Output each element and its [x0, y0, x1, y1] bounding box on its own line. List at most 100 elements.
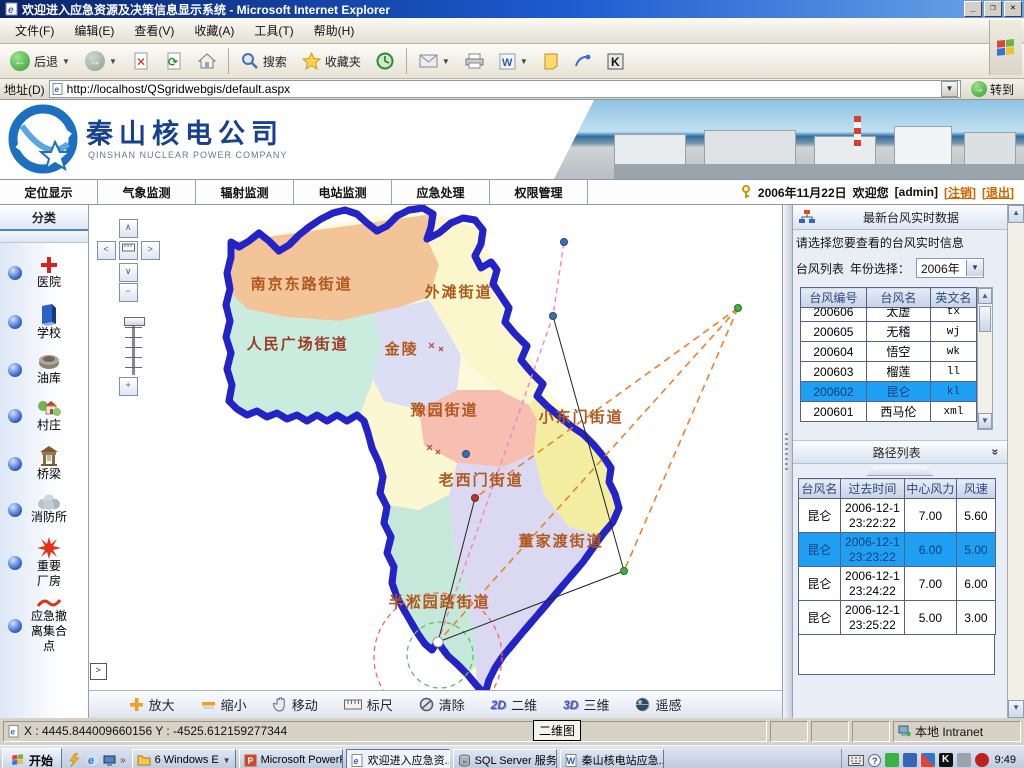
- tab-positioning[interactable]: 定位显示: [0, 180, 98, 205]
- minimize-button[interactable]: _: [964, 1, 982, 17]
- full-extent-button[interactable]: [119, 241, 138, 260]
- stop-button[interactable]: ✕: [126, 49, 156, 73]
- scroll-thumb[interactable]: [979, 306, 991, 332]
- menu-help[interactable]: 帮助(H): [305, 19, 364, 42]
- typhoon-row[interactable]: 200601西马伦xml: [800, 402, 976, 422]
- page-scroll-up-icon[interactable]: ▲: [1008, 205, 1024, 223]
- menu-view[interactable]: 查看(V): [125, 19, 183, 42]
- taskbar-window-ie-active[interactable]: e 欢迎进入应急资...: [346, 749, 450, 768]
- go-button[interactable]: → 转到: [965, 81, 1020, 98]
- expand-corner-button[interactable]: >: [90, 663, 107, 680]
- year-dropdown-icon[interactable]: ▼: [966, 260, 983, 276]
- tray-icon-6[interactable]: [975, 753, 989, 767]
- taskbar-window-word[interactable]: W 秦山核电站应急...: [560, 749, 664, 768]
- menu-file[interactable]: 文件(F): [6, 19, 63, 42]
- zoom-in-tool[interactable]: 放大: [129, 695, 175, 714]
- typhoon-row[interactable]: 200604悟空wk: [800, 342, 976, 362]
- media-button[interactable]: K: [601, 50, 630, 73]
- ie-quick-icon[interactable]: e: [85, 753, 99, 767]
- sidebar-item-oil-depot[interactable]: 油库: [0, 347, 88, 392]
- pan-down-button[interactable]: ∨: [119, 263, 138, 282]
- taskbar-window-sql-server[interactable]: SQL Server 服务...: [453, 749, 557, 768]
- forward-button[interactable]: →▼: [79, 48, 123, 74]
- tab-permissions[interactable]: 权限管理: [490, 180, 588, 205]
- sidebar-item-fire-station[interactable]: 消防所: [0, 488, 88, 531]
- taskbar-window-explorer-group[interactable]: 6 Windows Expl... ▼: [132, 749, 236, 768]
- home-button[interactable]: [192, 49, 222, 73]
- mail-button[interactable]: ▼: [413, 51, 456, 71]
- sidebar-item-assembly-point[interactable]: 应急撤离集合点: [0, 595, 88, 660]
- zoom-out-tool[interactable]: 缩小: [201, 695, 247, 714]
- path-row[interactable]: 昆仑2006-12-1 23:22:227.005.60: [798, 499, 995, 533]
- tab-emergency[interactable]: 应急处理: [392, 180, 490, 205]
- pan-left-button[interactable]: <: [97, 241, 116, 260]
- typhoon-row[interactable]: 200603榴莲ll: [800, 362, 976, 382]
- lightning-icon[interactable]: [68, 753, 81, 767]
- favorites-button[interactable]: 收藏夹: [296, 49, 367, 73]
- map-canvas[interactable]: [89, 205, 785, 690]
- pan-right-button[interactable]: >: [141, 241, 160, 260]
- menu-edit[interactable]: 编辑(E): [65, 19, 123, 42]
- page-scroll-down-icon[interactable]: ▼: [1008, 700, 1024, 718]
- tab-plant[interactable]: 电站监测: [294, 180, 392, 205]
- zoom-slider-handle[interactable]: [124, 317, 145, 326]
- sidebar-item-village[interactable]: 村庄: [0, 392, 88, 439]
- sidebar-item-hospital[interactable]: 医院: [0, 249, 88, 296]
- collapse-grip-handle[interactable]: [867, 466, 933, 476]
- tray-icon-4[interactable]: K: [939, 753, 953, 767]
- refresh-button[interactable]: ⟳: [159, 49, 189, 73]
- exit-link[interactable]: [退出]: [982, 184, 1014, 201]
- tab-weather[interactable]: 气象监测: [98, 180, 196, 205]
- sidebar-item-school[interactable]: 学校: [0, 296, 88, 347]
- page-scrollbar[interactable]: ▲ ▼: [1007, 205, 1024, 718]
- path-row-selected[interactable]: 昆仑2006-12-1 23:23:226.005.00: [798, 533, 995, 567]
- path-list-header[interactable]: 路径列表 »: [793, 440, 1007, 464]
- menu-tools[interactable]: 工具(T): [245, 19, 302, 42]
- remote-sensing-tool[interactable]: 遥感: [635, 695, 681, 714]
- restore-button[interactable]: ❐: [984, 1, 1002, 17]
- view-3d-tool[interactable]: 3D 三维: [563, 695, 609, 714]
- zoom-in-step-button[interactable]: +: [119, 377, 138, 396]
- history-button[interactable]: [370, 49, 400, 73]
- sidebar-item-bridge[interactable]: 桥梁: [0, 439, 88, 488]
- address-dropdown-button[interactable]: ▼: [941, 81, 958, 97]
- close-button[interactable]: ✕: [1004, 1, 1022, 17]
- typhoon-row[interactable]: 200605无稽wj: [800, 322, 976, 342]
- edit-word-button[interactable]: W▼: [493, 50, 534, 73]
- scroll-down-icon[interactable]: ▼: [978, 413, 992, 429]
- vertical-splitter[interactable]: [782, 205, 793, 718]
- discuss-button[interactable]: [537, 50, 565, 73]
- logout-link[interactable]: [注销]: [944, 184, 976, 201]
- scroll-up-icon[interactable]: ▲: [978, 288, 992, 304]
- desktop-quick-icon[interactable]: [103, 754, 116, 767]
- print-button[interactable]: [459, 50, 490, 72]
- view-2d-tool[interactable]: 2D 二维: [491, 695, 537, 714]
- pan-up-button[interactable]: ∧: [119, 219, 138, 238]
- start-button[interactable]: 开始: [2, 748, 62, 768]
- path-row[interactable]: 昆仑2006-12-1 23:25:225.003.00: [798, 601, 995, 635]
- collapse-chevron-icon[interactable]: »: [989, 449, 1003, 456]
- search-button[interactable]: 搜索: [235, 49, 293, 73]
- ruler-tool[interactable]: 标尺: [344, 695, 393, 714]
- help-icon[interactable]: ?: [868, 754, 881, 767]
- sidebar-item-important-building[interactable]: 重要厂房: [0, 531, 88, 595]
- path-row[interactable]: 昆仑2006-12-1 23:24:227.006.00: [798, 567, 995, 601]
- pan-tool[interactable]: 移动: [273, 695, 318, 714]
- tab-radiation[interactable]: 辐射监测: [196, 180, 294, 205]
- messenger-button[interactable]: [568, 50, 598, 72]
- zoom-out-step-button[interactable]: −: [119, 283, 138, 302]
- keyboard-icon[interactable]: [848, 755, 864, 766]
- tray-icon-2[interactable]: [903, 753, 917, 767]
- typhoon-row-selected[interactable]: 200602昆仑kl: [800, 382, 976, 402]
- quick-launch-overflow-icon[interactable]: »: [120, 755, 126, 766]
- menu-favorites[interactable]: 收藏(A): [185, 19, 243, 42]
- year-select[interactable]: 2006年 ▼: [916, 258, 984, 278]
- address-input[interactable]: e http://localhost/QSgridwebgis/default.…: [49, 80, 961, 98]
- clear-tool[interactable]: 清除: [419, 695, 465, 714]
- tray-icon-3[interactable]: [921, 753, 935, 767]
- typhoon-table-scrollbar[interactable]: ▲ ▼: [977, 287, 993, 430]
- tray-icon-1[interactable]: [885, 753, 899, 767]
- back-button[interactable]: ←后退▼: [4, 48, 76, 74]
- typhoon-row[interactable]: 200606太虚tx: [800, 308, 976, 322]
- taskbar-window-powerpoint[interactable]: P Microsoft PowerP...: [239, 749, 343, 768]
